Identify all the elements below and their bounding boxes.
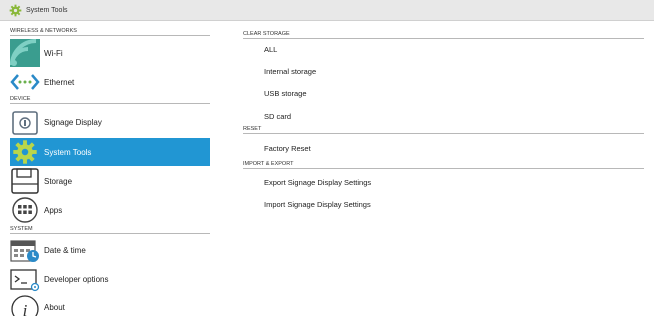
section-header-clear-storage: CLEAR STORAGE xyxy=(243,31,644,39)
settings-sidebar: WIRELESS & NETWORKS Wi-Fi Ethernet DEVIC… xyxy=(0,22,212,316)
sidebar-item-label: Date & time xyxy=(44,246,86,255)
export-settings-option[interactable]: Export Signage Display Settings xyxy=(264,178,371,187)
sidebar-item-signage-display[interactable]: Signage Display xyxy=(10,108,210,137)
section-header-reset: RESET xyxy=(243,126,644,134)
window-title: System Tools xyxy=(26,6,68,14)
section-header-import-export: IMPORT & EXPORT xyxy=(243,161,644,169)
system-tools-panel: CLEAR STORAGE ALL Internal storage USB s… xyxy=(240,22,645,316)
sidebar-item-label: Wi-Fi xyxy=(44,48,63,58)
sidebar-item-ethernet[interactable]: Ethernet xyxy=(10,69,210,95)
sidebar-item-label: Storage xyxy=(44,176,73,186)
section-header-wireless: WIRELESS & NETWORKS xyxy=(10,28,210,36)
sidebar-item-label: About xyxy=(44,302,65,312)
internal-storage-option[interactable]: Internal storage xyxy=(264,67,316,76)
gear-icon xyxy=(10,140,40,165)
sidebar-item-wifi[interactable]: Wi-Fi xyxy=(10,38,210,68)
clear-all-option[interactable]: ALL xyxy=(264,45,277,54)
calendar-clock-icon xyxy=(10,238,40,263)
info-icon: i xyxy=(10,295,40,316)
sidebar-item-storage[interactable]: Storage xyxy=(10,167,210,195)
factory-reset-option[interactable]: Factory Reset xyxy=(264,144,311,153)
wifi-icon xyxy=(10,39,40,67)
title-bar: System Tools xyxy=(0,0,654,21)
sidebar-item-date-time[interactable]: Date & time xyxy=(10,237,210,264)
sidebar-item-label: System Tools xyxy=(44,147,92,157)
storage-icon xyxy=(10,168,40,194)
usb-storage-option[interactable]: USB storage xyxy=(264,89,307,98)
sidebar-item-system-tools[interactable]: System Tools xyxy=(10,138,210,166)
svg-text:i: i xyxy=(23,301,28,316)
sd-card-option[interactable]: SD card xyxy=(264,112,291,121)
signage-display-icon xyxy=(10,110,40,135)
sidebar-item-about[interactable]: i About xyxy=(10,295,210,316)
sidebar-item-developer-options[interactable]: Developer options xyxy=(10,266,210,293)
section-header-device: DEVICE xyxy=(10,96,210,104)
gear-icon xyxy=(9,4,22,16)
ethernet-icon xyxy=(10,70,40,95)
import-settings-option[interactable]: Import Signage Display Settings xyxy=(264,200,371,209)
section-header-system: SYSTEM xyxy=(10,226,210,234)
sidebar-item-label: Ethernet xyxy=(44,77,75,87)
apps-icon xyxy=(10,197,40,223)
sidebar-item-label: Apps xyxy=(44,205,63,215)
terminal-icon xyxy=(10,267,40,292)
sidebar-item-apps[interactable]: Apps xyxy=(10,196,210,224)
sidebar-item-label: Signage Display xyxy=(44,118,102,127)
sidebar-item-label: Developer options xyxy=(44,275,109,284)
